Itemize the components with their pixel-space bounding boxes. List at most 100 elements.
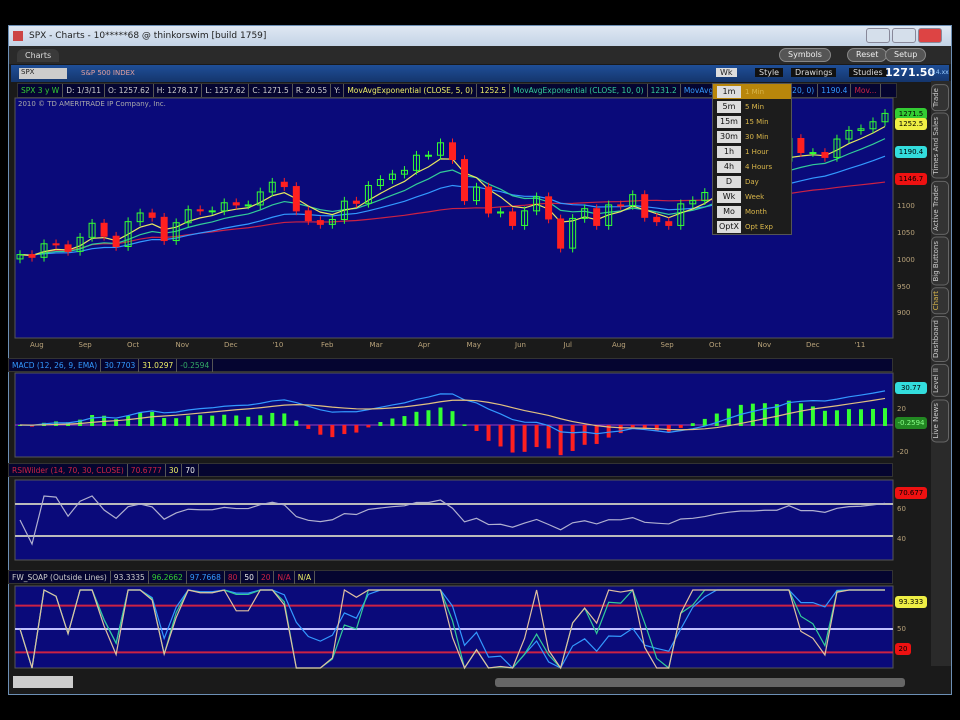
rsi-title[interactable]: RSIWilder (14, 70, 30, CLOSE) bbox=[9, 464, 128, 477]
price-tick: 950 bbox=[897, 283, 911, 291]
macd-histogram-bar bbox=[618, 425, 623, 434]
macd-histogram-bar bbox=[258, 415, 263, 426]
macd-histogram-bar bbox=[414, 411, 419, 426]
macd-histogram-bar bbox=[666, 425, 671, 433]
menu-item-key: 30m bbox=[717, 130, 741, 143]
candle bbox=[809, 152, 817, 155]
sidebar-tab[interactable]: Chart bbox=[931, 287, 949, 315]
soap-low-label: 20 bbox=[895, 643, 911, 655]
soap-title[interactable]: FW_SOAP (Outside Lines) bbox=[9, 571, 111, 584]
menu-item-5m[interactable]: 5m 5 Min bbox=[713, 99, 791, 114]
candle bbox=[208, 210, 216, 213]
menu-item-Mo[interactable]: Mo Month bbox=[713, 204, 791, 219]
candle bbox=[653, 216, 661, 223]
macd-histogram-bar bbox=[210, 415, 215, 426]
macd-histogram-bar bbox=[522, 425, 527, 452]
menu-item-4h[interactable]: 4h 4 Hours bbox=[713, 159, 791, 174]
candle bbox=[617, 204, 625, 207]
candle bbox=[112, 235, 120, 248]
aggregation-menu: 1m 1 Min 5m 5 Min 15m 15 Min 30m 30 Min 1h 1 Hour… bbox=[712, 83, 792, 235]
sidebar-tab[interactable]: Big Buttons bbox=[931, 236, 949, 286]
macd-histogram-bar bbox=[198, 415, 203, 426]
sidebar-tab[interactable]: Trade bbox=[931, 84, 949, 112]
macd-histogram-bar bbox=[318, 425, 323, 435]
candle bbox=[485, 186, 493, 214]
month-tick: '11 bbox=[854, 341, 866, 349]
macd-histogram-bar bbox=[546, 425, 551, 449]
candle bbox=[148, 212, 156, 218]
macd-histogram-bar bbox=[858, 409, 863, 426]
macd-histogram-bar bbox=[426, 410, 431, 426]
candle bbox=[28, 254, 36, 258]
macd-histogram-bar bbox=[282, 413, 287, 426]
menu-item-15m[interactable]: 15m 15 Min bbox=[713, 114, 791, 129]
price-tick: 1100 bbox=[897, 202, 915, 210]
sidebar-tab[interactable]: Dashboard bbox=[931, 316, 949, 363]
menu-item-key: 1h bbox=[717, 145, 741, 158]
macd-histogram-bar bbox=[558, 425, 563, 456]
macd-histogram-bar bbox=[870, 408, 875, 426]
month-tick: Feb bbox=[321, 341, 334, 349]
month-tick: Sep bbox=[660, 341, 674, 349]
menu-item-1h[interactable]: 1h 1 Hour bbox=[713, 144, 791, 159]
sidebar-tab[interactable]: Times And Sales bbox=[931, 113, 949, 179]
macd-histogram-bar bbox=[366, 425, 371, 428]
menu-item-label: Opt Exp bbox=[745, 222, 773, 231]
macd-histogram-bar bbox=[510, 425, 515, 453]
macd-histogram-bar bbox=[762, 403, 767, 426]
candle bbox=[64, 244, 72, 252]
macd-tick: 20 bbox=[897, 405, 906, 413]
menu-item-key: Mo bbox=[717, 205, 741, 218]
month-tick: Sep bbox=[78, 341, 92, 349]
copyright: 2010 © TD AMERITRADE IP Company, Inc. bbox=[18, 100, 166, 108]
horizontal-scrollbar[interactable] bbox=[495, 678, 905, 687]
macd-histogram-bar bbox=[54, 421, 59, 426]
candle bbox=[244, 204, 252, 207]
macd-histogram-bar bbox=[846, 409, 851, 426]
macd-histogram-bar bbox=[462, 424, 467, 426]
macd-histogram-bar bbox=[498, 425, 503, 447]
candle bbox=[160, 216, 168, 242]
sidebar-tab[interactable]: Live News bbox=[931, 399, 949, 443]
soap-low: 20 bbox=[258, 571, 275, 584]
zoom-controls[interactable] bbox=[13, 676, 73, 688]
macd-histogram-bar bbox=[294, 420, 299, 426]
month-tick: Jul bbox=[563, 341, 572, 349]
soap-value-3: 97.7668 bbox=[187, 571, 225, 584]
menu-item-30m[interactable]: 30m 30 Min bbox=[713, 129, 791, 144]
macd-histogram-bar bbox=[246, 416, 251, 426]
menu-item-key: 1m bbox=[717, 85, 741, 98]
macd-title[interactable]: MACD (12, 26, 9, EMA) bbox=[9, 359, 102, 372]
month-tick: Aug bbox=[612, 341, 626, 349]
candle bbox=[593, 208, 601, 226]
sidebar-tab[interactable]: Active Trader bbox=[931, 180, 949, 235]
macd-histogram-bar bbox=[714, 413, 719, 426]
candle bbox=[352, 200, 360, 204]
menu-item-key: D bbox=[717, 175, 741, 188]
month-tick: Apr bbox=[418, 341, 431, 349]
candle bbox=[665, 221, 673, 226]
month-tick: Dec bbox=[806, 341, 820, 349]
ma4-label: 1146.7 bbox=[895, 173, 927, 185]
macd-histogram-bar bbox=[138, 412, 143, 426]
macd-histogram-bar bbox=[174, 418, 179, 426]
menu-item-D[interactable]: D Day bbox=[713, 174, 791, 189]
menu-item-Wk[interactable]: Wk Week bbox=[713, 189, 791, 204]
macd-histogram-bar bbox=[474, 425, 479, 431]
candle bbox=[304, 210, 312, 222]
candle bbox=[557, 218, 565, 249]
menu-item-1m[interactable]: 1m 1 Min bbox=[713, 84, 791, 99]
macd-histogram-bar bbox=[222, 414, 227, 426]
price-tick: 1050 bbox=[897, 229, 915, 237]
macd-histogram-bar bbox=[678, 425, 683, 428]
menu-item-OptX[interactable]: OptX Opt Exp bbox=[713, 219, 791, 234]
sidebar-tab[interactable]: Level II bbox=[931, 364, 949, 398]
menu-item-label: 15 Min bbox=[745, 117, 769, 126]
candle bbox=[232, 202, 240, 206]
month-tick: Mar bbox=[369, 341, 383, 349]
macd-histogram-bar bbox=[306, 425, 311, 429]
rsi-value: 70.6777 bbox=[128, 464, 166, 477]
menu-item-label: Day bbox=[745, 177, 759, 186]
soap-label: 93.333 bbox=[895, 596, 927, 608]
macd-histogram-bar bbox=[390, 418, 395, 426]
